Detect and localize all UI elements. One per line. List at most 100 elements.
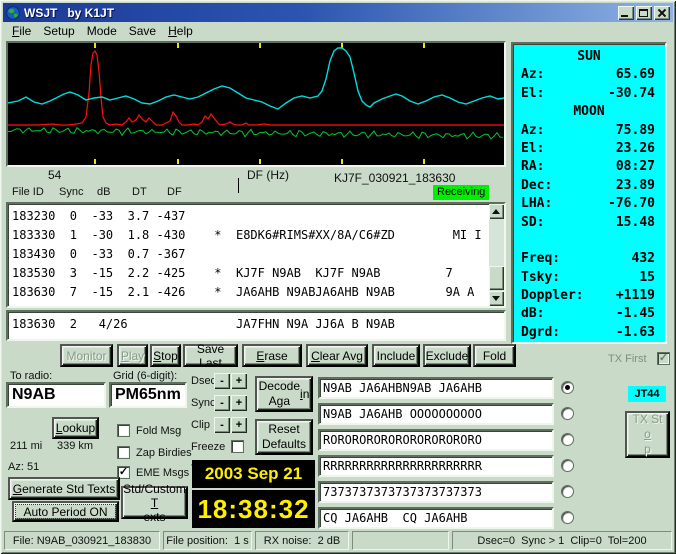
mode-badge: JT44: [628, 386, 666, 402]
menu-bar: File Setup Mode Save Help: [3, 22, 673, 40]
msg-radio-3[interactable]: [561, 433, 574, 446]
window-title: WSJT by K1JT: [24, 5, 115, 20]
arrow-down-icon: [492, 296, 500, 301]
status-empty: [352, 531, 449, 550]
dsec-minus-button[interactable]: -: [214, 373, 230, 389]
exclude-button[interactable]: Exclude: [423, 344, 471, 367]
save-last-button[interactable]: Save Last: [183, 342, 238, 370]
minimize-button[interactable]: [618, 5, 634, 20]
col-file-id: File ID: [12, 186, 44, 198]
distance-km: 339 km: [57, 440, 94, 452]
tx-message-5[interactable]: 7373737373737373737373: [318, 481, 554, 503]
globe-app-icon: [6, 5, 20, 20]
scroll-up-button[interactable]: [489, 204, 504, 219]
play-button[interactable]: Play: [117, 344, 148, 367]
fold-msg-checkbox[interactable]: [117, 424, 130, 437]
decode-scrollbar[interactable]: [489, 204, 504, 306]
freq-tick-label: 54: [48, 168, 62, 182]
tx-message-4[interactable]: RRRRRRRRRRRRRRRRRRRRRR: [318, 455, 554, 477]
fold-button[interactable]: Fold: [473, 344, 516, 367]
lookup-button[interactable]: Lookup: [52, 417, 99, 439]
minimize-icon: [621, 14, 628, 17]
generate-std-texts-button[interactable]: Generate Std Texts: [8, 477, 120, 500]
grid-label: Grid (6-digit):: [113, 370, 178, 382]
tx-message-1[interactable]: N9AB JA6AHBN9AB JA6AHB: [318, 377, 554, 399]
auto-period-button[interactable]: Auto Period ON: [12, 501, 119, 522]
col-sync: Sync: [59, 186, 84, 198]
msg-radio-4[interactable]: [561, 459, 574, 472]
astro-row: Dgrd: -1.63: [521, 324, 655, 340]
stop-button[interactable]: Stop: [150, 344, 181, 367]
decode-text-area[interactable]: 183230 0 -33 3.7 -437 183330 1 -30 1.8 -…: [6, 202, 506, 308]
reset-defaults-button[interactable]: Reset Defaults: [255, 419, 313, 455]
astro-data-panel: SUN Az: 65.69 El: -30.74 MOON Az: 75.89 El: 23.26…: [511, 42, 667, 344]
decode-again-button[interactable]: Decode Aga i n: [255, 376, 313, 412]
clip-minus-button[interactable]: -: [214, 417, 230, 433]
menu-setup[interactable]: Setup: [39, 23, 82, 40]
status-file: File: N9AB_030921_183830: [4, 531, 160, 550]
tx-message-6[interactable]: CQ JA6AHB CQ JA6AHB: [318, 507, 554, 529]
msg-radio-5[interactable]: [561, 485, 574, 498]
astro-row: Az: 65.69: [521, 67, 655, 83]
title-bar[interactable]: WSJT by K1JT: [3, 3, 673, 22]
sync-plus-button[interactable]: +: [231, 395, 247, 411]
monitor-button[interactable]: Monitor: [60, 344, 113, 367]
astro-row: SD: 15.48: [521, 214, 655, 230]
wsjt-window: WSJT by K1JT File Setup Mode Save Help 5…: [0, 0, 676, 554]
average-text-area[interactable]: 183630 2 4/26 JA7FHN N9A JJ6A B N9AB: [6, 310, 506, 341]
grid-input[interactable]: PM65nm: [109, 382, 187, 408]
astro-row: Doppler: +1119: [521, 288, 655, 304]
decode-rows: 183230 0 -33 3.7 -437 183330 1 -30 1.8 -…: [12, 209, 482, 299]
scroll-thumb[interactable]: [489, 266, 504, 290]
eme-msgs-label: EME Msgs: [136, 467, 190, 479]
astro-row: dB: -1.45: [521, 306, 655, 322]
clip-label: Clip: [191, 419, 210, 431]
time-display: 18:38:32: [192, 490, 315, 528]
std-custom-texts-button[interactable]: Std/Custom Texts: [121, 482, 188, 524]
date-display: 2003 Sep 21: [192, 460, 315, 488]
status-file-position: File position: 1 s: [163, 531, 252, 550]
spectrum-display: [6, 41, 506, 167]
tx-first-checkbox[interactable]: ✓: [657, 352, 670, 365]
tx-first-label: TX First: [608, 353, 647, 365]
astro-row: LHA: -76.70: [521, 196, 655, 212]
sync-label: Sync: [191, 397, 216, 409]
dsec-plus-button[interactable]: +: [231, 373, 247, 389]
text-cursor: [238, 178, 239, 193]
maximize-button[interactable]: [636, 5, 652, 20]
clear-avg-button[interactable]: Clear Avg: [306, 344, 368, 367]
tx-message-2[interactable]: N9AB JA6AHB OOOOOOOOOO: [318, 403, 554, 425]
clip-plus-button[interactable]: +: [231, 417, 247, 433]
menu-file[interactable]: File: [8, 23, 39, 40]
include-button[interactable]: Include: [372, 344, 420, 367]
zap-birdies-checkbox[interactable]: [117, 446, 130, 459]
freeze-checkbox[interactable]: [231, 440, 244, 453]
astro-row: Az: 75.89: [521, 122, 655, 138]
menu-help[interactable]: Help: [164, 23, 201, 40]
msg-radio-6[interactable]: [561, 511, 574, 524]
astro-row: El: -30.74: [521, 85, 655, 101]
col-dt: DT: [132, 186, 147, 198]
astro-section-header: SUN: [577, 49, 601, 64]
tx-message-3[interactable]: RORORORORORORORORORORO: [318, 429, 554, 451]
maximize-icon: [639, 8, 648, 17]
astro-row: Dec: 23.89: [521, 177, 655, 193]
to-radio-input[interactable]: N9AB: [6, 382, 106, 408]
erase-button[interactable]: Erase: [242, 344, 302, 367]
msg-radio-2[interactable]: [561, 407, 574, 420]
menu-mode[interactable]: Mode: [83, 23, 125, 40]
receiving-status-badge: Receiving: [433, 185, 490, 200]
sync-minus-button[interactable]: -: [214, 395, 230, 411]
scroll-down-button[interactable]: [489, 291, 504, 306]
astro-section-header: MOON: [573, 104, 605, 120]
col-db: dB: [97, 186, 111, 198]
tx-stop-button[interactable]: TX St o p: [625, 411, 670, 458]
msg-radio-1[interactable]: [561, 381, 574, 394]
to-radio-label: To radio:: [10, 370, 53, 382]
close-button[interactable]: [654, 5, 670, 20]
menu-save[interactable]: Save: [125, 23, 164, 40]
arrow-up-icon: [492, 209, 500, 214]
col-df: DF: [167, 186, 182, 198]
status-rx-noise: RX noise: 2 dB: [255, 531, 349, 550]
freeze-label: Freeze: [191, 441, 226, 453]
